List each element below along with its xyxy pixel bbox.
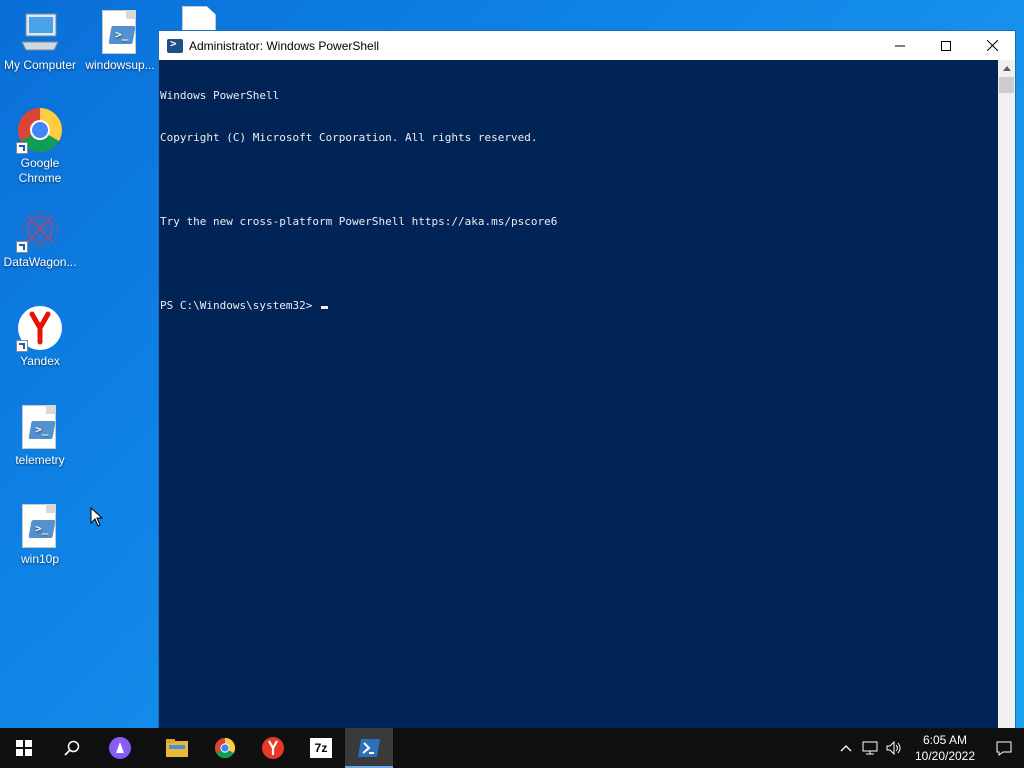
clock-date: 10/20/2022 <box>914 749 976 763</box>
powershell-icon <box>167 37 183 53</box>
powershell-taskbar-button[interactable] <box>345 728 393 768</box>
clock-time: 6:05 AM <box>922 733 968 747</box>
powershell-script-icon: >_ <box>96 8 144 56</box>
vertical-scrollbar[interactable] <box>998 60 1015 729</box>
desktop-icon-win10p[interactable]: >_ win10p <box>0 502 80 567</box>
desktop-icon-google-chrome[interactable]: Google Chrome <box>0 106 80 186</box>
chrome-icon <box>16 106 64 154</box>
shortcut-arrow-icon <box>16 241 28 253</box>
close-button[interactable] <box>969 31 1015 60</box>
console-line: Try the new cross-platform PowerShell ht… <box>160 215 558 228</box>
network-icon <box>862 741 878 755</box>
desktop-icon-yandex[interactable]: Yandex <box>0 304 80 369</box>
console-prompt-line[interactable]: PS C:\Windows\system32> <box>160 299 998 313</box>
taskbar: 7z 6:05 AM 10/20/2022 <box>0 728 1024 768</box>
search-button[interactable] <box>48 728 96 768</box>
computer-icon <box>16 8 64 56</box>
scroll-thumb[interactable] <box>999 77 1014 93</box>
yandex-browser-icon <box>262 737 284 759</box>
desktop-icon-label: telemetry <box>15 453 65 467</box>
7zip-label: 7z <box>314 741 328 755</box>
console-prompt: PS C:\Windows\system32> <box>160 299 319 312</box>
chevron-up-icon <box>840 745 852 752</box>
console-output[interactable]: Windows PowerShell Copyright (C) Microso… <box>159 60 998 729</box>
notification-icon <box>996 741 1012 756</box>
desktop-icon-label: windowsup... <box>85 58 155 72</box>
system-tray: 6:05 AM 10/20/2022 <box>834 728 1024 768</box>
alice-icon <box>109 737 131 759</box>
7zip-icon: 7z <box>310 738 332 758</box>
desktop-icon-label: My Computer <box>3 58 77 72</box>
search-icon <box>64 740 80 756</box>
yandex-browser-button[interactable] <box>249 728 297 768</box>
file-explorer-button[interactable] <box>153 728 201 768</box>
maximize-icon <box>941 40 951 51</box>
yandex-icon <box>16 304 64 352</box>
datawagon-icon <box>16 205 64 253</box>
desktop-icon-label: DataWagon... <box>3 255 77 269</box>
alice-assistant-button[interactable] <box>96 728 144 768</box>
powershell-icon <box>358 739 380 757</box>
show-hidden-icons-button[interactable] <box>834 728 858 768</box>
close-icon <box>986 40 998 51</box>
windows-logo-icon <box>16 740 32 756</box>
desktop-icon-label: Google Chrome <box>18 156 62 185</box>
powershell-window[interactable]: Administrator: Windows PowerShell Window… <box>158 30 1016 730</box>
speaker-icon <box>886 741 901 755</box>
mouse-pointer-icon <box>90 506 104 532</box>
desktop-icon-datawagon[interactable]: DataWagon... <box>0 205 80 270</box>
scroll-up-button[interactable] <box>998 60 1015 77</box>
chrome-icon <box>214 737 236 759</box>
desktop-icon-my-computer[interactable]: My Computer <box>0 8 80 73</box>
7zip-button[interactable]: 7z <box>297 728 345 768</box>
network-button[interactable] <box>858 728 882 768</box>
powershell-script-icon: >_ <box>16 403 64 451</box>
desktop-icon-label: Yandex <box>20 354 60 368</box>
desktop-icon-windowsupdate-script[interactable]: >_ windowsup... <box>80 8 160 73</box>
chrome-taskbar-button[interactable] <box>201 728 249 768</box>
powershell-script-icon: >_ <box>16 502 64 550</box>
minimize-button[interactable] <box>877 31 923 60</box>
minimize-icon <box>895 45 905 46</box>
desktop-icon-label: win10p <box>20 552 60 566</box>
shortcut-arrow-icon <box>16 142 28 154</box>
console-line: Copyright (C) Microsoft Corporation. All… <box>160 131 538 144</box>
shortcut-arrow-icon <box>16 340 28 352</box>
start-button[interactable] <box>0 728 48 768</box>
console-line: Windows PowerShell <box>160 89 280 102</box>
window-title: Administrator: Windows PowerShell <box>189 38 380 53</box>
volume-button[interactable] <box>882 728 906 768</box>
window-titlebar[interactable]: Administrator: Windows PowerShell <box>159 31 1015 60</box>
desktop-icon-telemetry[interactable]: >_ telemetry <box>0 403 80 468</box>
action-center-button[interactable] <box>984 728 1024 768</box>
scroll-up-arrow-icon <box>1002 66 1011 71</box>
maximize-button[interactable] <box>923 31 969 60</box>
text-cursor <box>320 306 328 309</box>
clock[interactable]: 6:05 AM 10/20/2022 <box>910 732 980 764</box>
file-explorer-icon <box>166 739 188 757</box>
